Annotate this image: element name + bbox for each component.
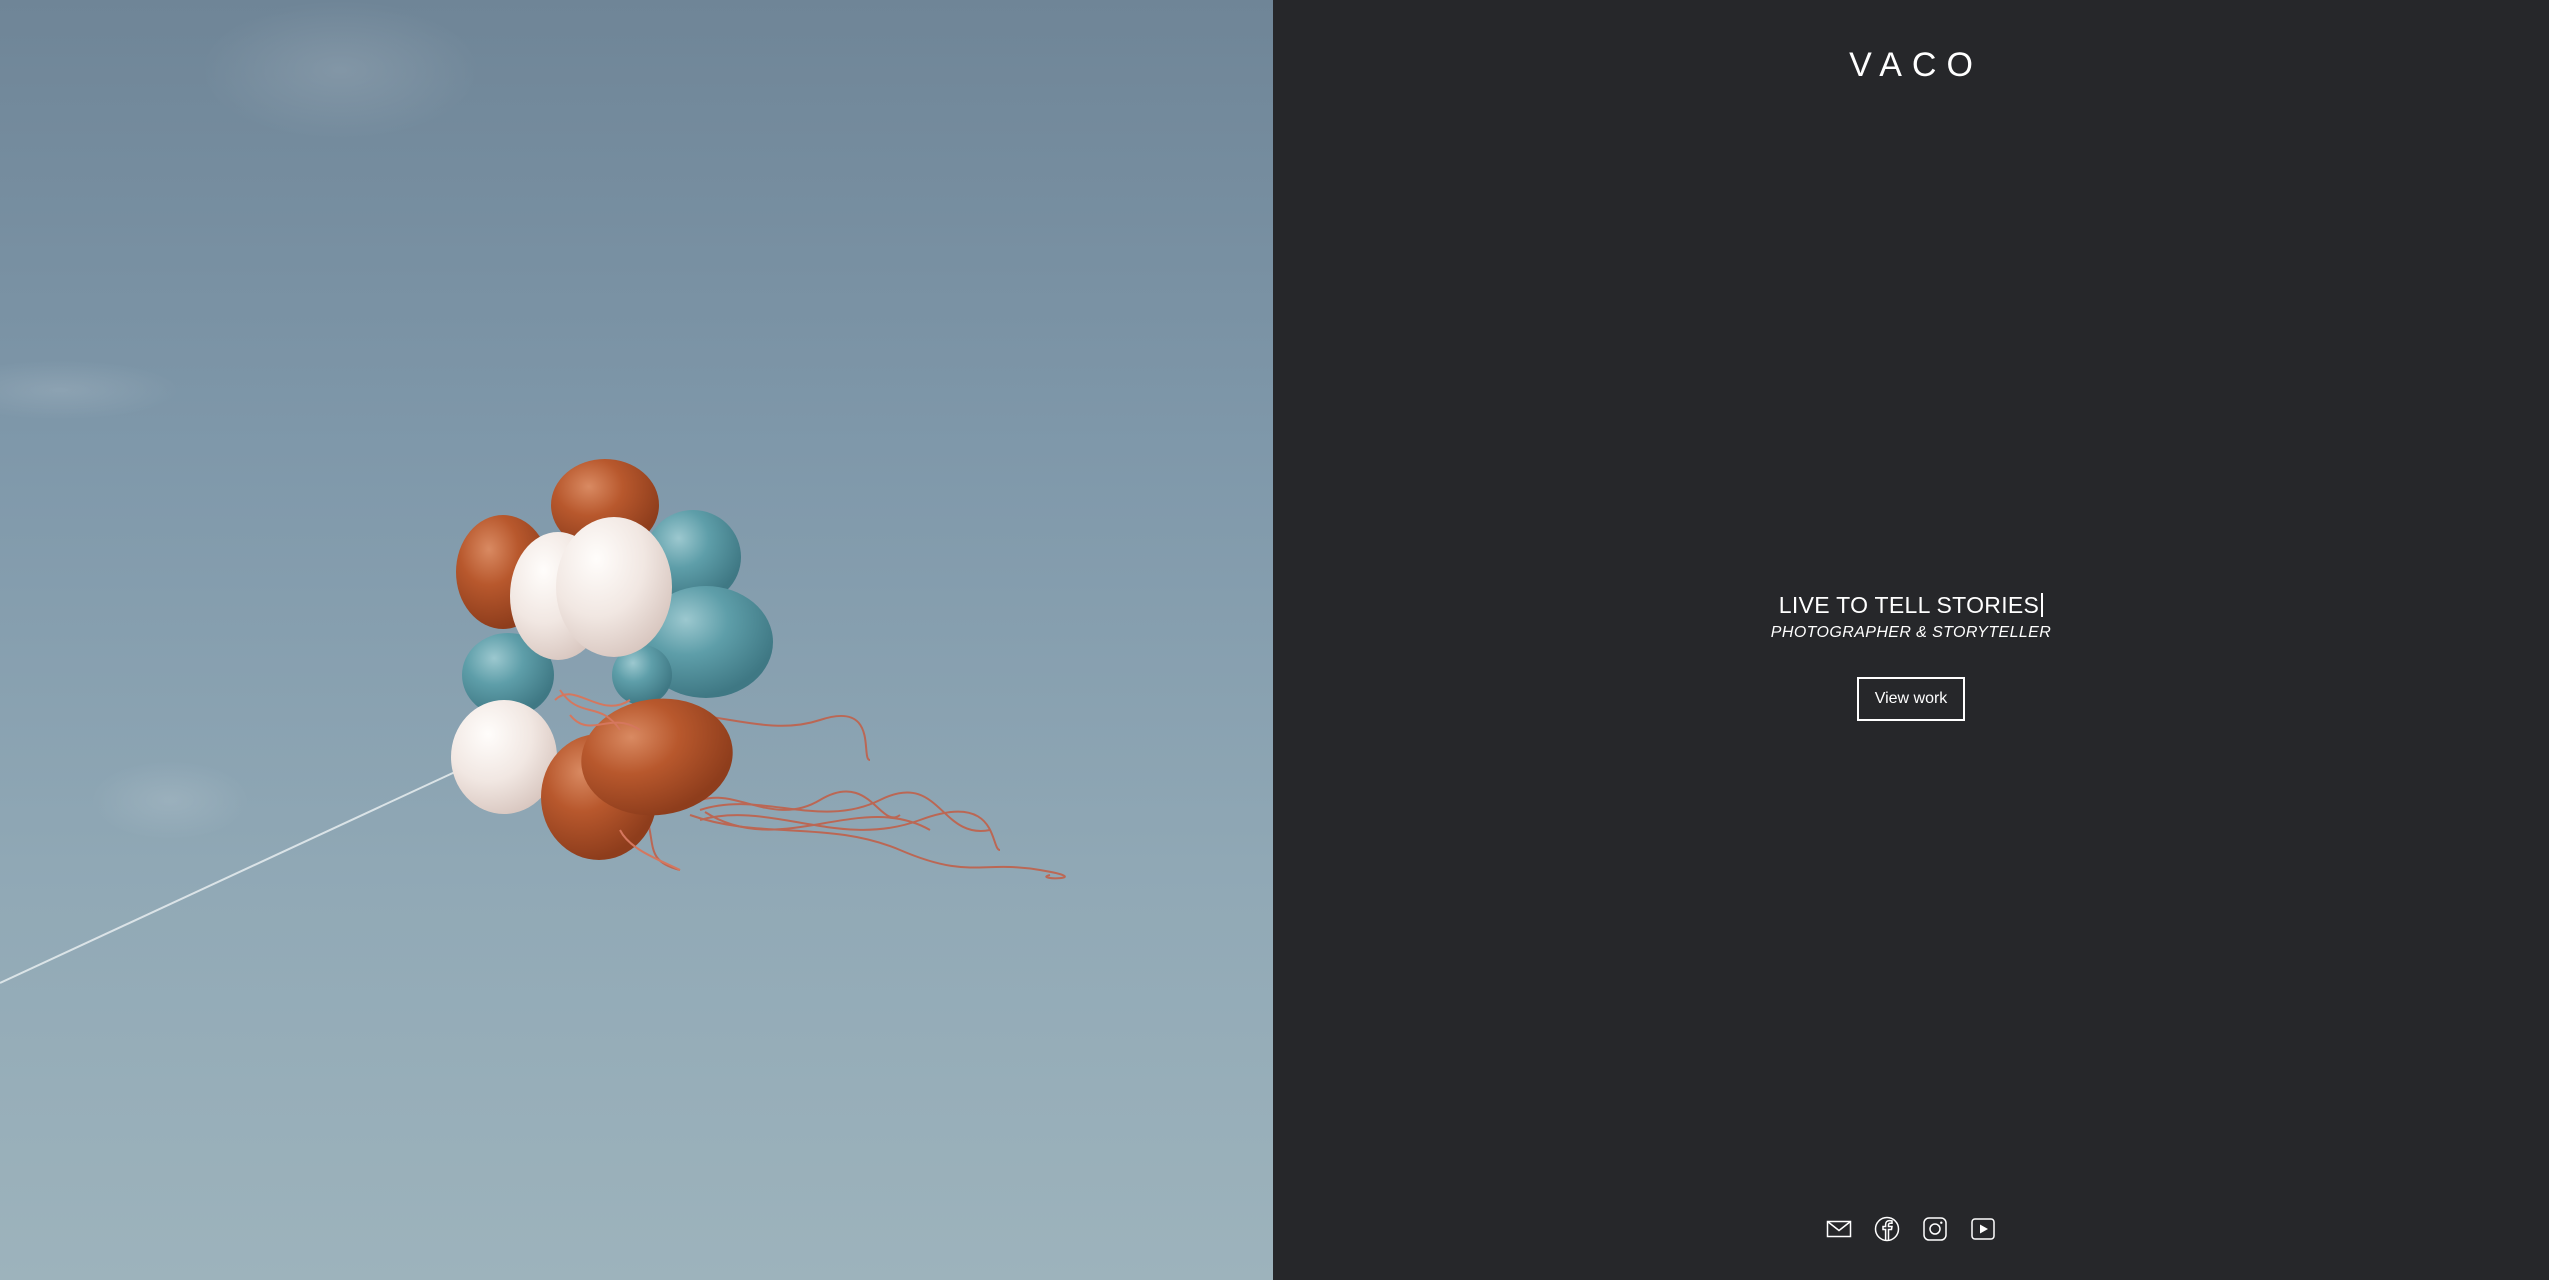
social-link-youtube[interactable]: [1970, 1216, 1996, 1242]
facebook-icon: [1874, 1216, 1900, 1242]
social-link-mail[interactable]: [1826, 1216, 1852, 1242]
youtube-icon: [1971, 1218, 1995, 1240]
page: VACO LIVE TO TELL STORIES PHOTOGRAPHER &…: [0, 0, 2549, 1280]
intro-panel: VACO LIVE TO TELL STORIES PHOTOGRAPHER &…: [1273, 0, 2549, 1280]
balloons-illustration: [0, 0, 1066, 984]
hero-photo: [0, 0, 1273, 1280]
tagline: PHOTOGRAPHER & STORYTELLER: [1770, 624, 2052, 641]
mail-icon: [1826, 1220, 1852, 1238]
social-link-facebook[interactable]: [1874, 1216, 1900, 1242]
hero-copy: LIVE TO TELL STORIES PHOTOGRAPHER & STOR…: [1273, 588, 2549, 721]
social-link-instagram[interactable]: [1922, 1216, 1948, 1242]
headline-text: LIVE TO TELL STORIES: [1778, 592, 2040, 618]
view-work-button[interactable]: View work: [1856, 677, 1966, 721]
headline: LIVE TO TELL STORIES: [1273, 588, 2549, 622]
typing-cursor: [2041, 593, 2044, 617]
site-logo[interactable]: VACO: [1273, 46, 2549, 85]
instagram-icon: [1923, 1217, 1947, 1241]
social-links: [1273, 1216, 2549, 1242]
